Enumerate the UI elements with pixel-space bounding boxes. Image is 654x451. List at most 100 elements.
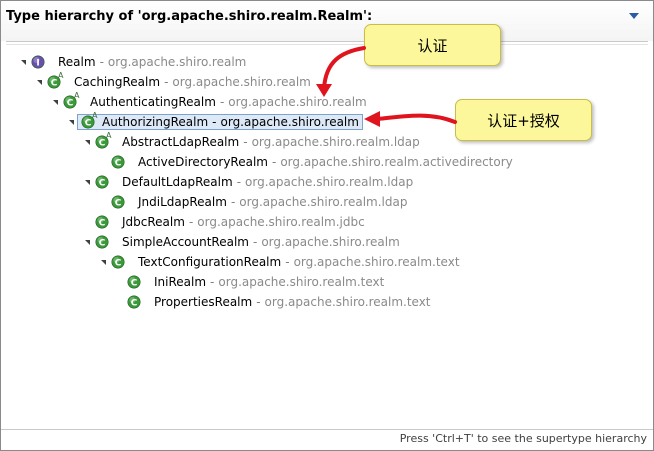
svg-text:C: C: [99, 179, 106, 189]
type-name: AuthenticatingRealm: [90, 95, 216, 109]
tree-item-label: IniRealm - org.apache.shiro.realm.text: [144, 275, 384, 289]
type-name: AuthorizingRealm: [102, 115, 209, 129]
expanded-triangle-icon: [84, 239, 90, 245]
type-name: JdbcRealm: [122, 215, 185, 229]
tree-item-label: AbstractLdapRealm - org.apache.shiro.realm…: [112, 135, 420, 149]
name-package-separator: -: [212, 115, 217, 129]
type-name: CachingRealm: [74, 75, 161, 89]
tree-item-label: TextConfigurationRealm - org.apache.shiro.…: [128, 255, 460, 269]
name-package-separator: -: [210, 275, 215, 289]
expanded-triangle-icon: [84, 139, 90, 145]
tree-item-label: DefaultLdapRealm - org.apache.shiro.realm.…: [112, 175, 413, 189]
tree-row-activedirectoryrealm[interactable]: C ActiveDirectoryRealm - org.apache.shiro.r…: [98, 152, 513, 172]
type-name: AbstractLdapRealm: [122, 135, 240, 149]
annotation-auth-text: 认证+授权: [487, 111, 560, 130]
tree-item-label: Realm - org.apache.shiro.realm: [48, 55, 246, 69]
expand-toggle-icon[interactable]: [98, 257, 108, 267]
expand-toggle-icon[interactable]: [82, 137, 92, 147]
class-icon: C: [95, 235, 109, 249]
tree-row-abstractldaprealm[interactable]: C A AbstractLdapRealm - org.apache.shiro.rea…: [82, 131, 420, 152]
expand-toggle-icon[interactable]: [66, 117, 76, 127]
tree-item-label: SimpleAccountRealm - org.apache.shiro.real…: [112, 235, 400, 249]
abstract-marker: A: [58, 71, 64, 80]
expand-toggle-icon[interactable]: [82, 237, 92, 247]
popup-title: Type hierarchy of 'org.apache.shiro.real…: [6, 9, 373, 24]
package-name: org.apache.shiro.realm.jdbc: [197, 215, 365, 229]
tree-row-simpleaccountrealm[interactable]: C SimpleAccountRealm - org.apache.shiro.rea…: [82, 232, 400, 252]
package-name: org.apache.shiro.realm: [172, 75, 311, 89]
class-icon: C: [127, 275, 141, 289]
class-icon: C: [111, 155, 125, 169]
expanded-triangle-icon: [52, 99, 58, 105]
tree-item-label: PropertiesRealm - org.apache.shiro.realm.t…: [144, 295, 431, 309]
tree-row-realm[interactable]: I Realm - org.apache.shiro.realm: [18, 52, 246, 72]
status-hint: Press 'Ctrl+T' to see the supertype hier…: [399, 432, 647, 445]
header-divider-light: [6, 44, 648, 45]
package-name: org.apache.shiro.realm: [220, 115, 359, 129]
tree-item-label: CachingRealm - org.apache.shiro.realm: [64, 75, 311, 89]
svg-text:C: C: [99, 239, 106, 249]
class-icon: CA: [47, 71, 63, 89]
tree-row-cachingrealm[interactable]: C A CachingRealm - org.apache.shiro.realm: [34, 71, 311, 92]
svg-text:C: C: [67, 99, 74, 109]
expand-toggle-icon[interactable]: [18, 57, 28, 67]
svg-text:I: I: [36, 59, 39, 69]
header-divider: [6, 41, 648, 42]
name-package-separator: -: [243, 135, 248, 149]
tree-row-textconfigurationrealm[interactable]: C TextConfigurationRealm - org.apache.shiro…: [98, 252, 460, 272]
package-name: org.apache.shiro.realm: [107, 55, 247, 69]
svg-text:C: C: [115, 159, 122, 169]
package-name: org.apache.shiro.realm.text: [264, 295, 431, 309]
svg-text:C: C: [51, 79, 58, 89]
annotation-authentication-authorization: 认证+授权: [455, 99, 592, 141]
tree-row-authorizingrealm[interactable]: C A AuthorizingRealm - org.apache.shiro.real…: [66, 111, 363, 132]
tree-item-label: JndiLdapRealm - org.apache.shiro.realm.lda…: [128, 195, 407, 209]
class-icon: CA: [95, 131, 111, 149]
tree-item-label: AuthenticatingRealm - org.apache.shiro.rea…: [80, 95, 367, 109]
package-name: org.apache.shiro.realm.ldap: [245, 175, 414, 189]
name-package-separator: -: [188, 215, 194, 229]
svg-text:C: C: [99, 219, 106, 229]
annotation-authentication-text: 认证: [417, 36, 448, 55]
expand-toggle-icon[interactable]: [82, 177, 92, 187]
tree-row-propertiesrealm[interactable]: C PropertiesRealm - org.apache.shiro.realm.…: [114, 292, 431, 312]
selected-row-highlight: C A AuthorizingRealm - org.apache.shiro.real…: [77, 111, 363, 130]
footer-divider: [1, 429, 653, 430]
expand-toggle-icon[interactable]: [50, 97, 60, 107]
type-name: ActiveDirectoryRealm: [138, 155, 268, 169]
tree-item-label: ActiveDirectoryRealm - org.apache.shiro.re…: [128, 155, 513, 169]
tree-row-jdbcrealm[interactable]: C JdbcRealm - org.apache.shiro.realm.jdbc: [82, 212, 365, 232]
popup-header: Type hierarchy of 'org.apache.shiro.real…: [1, 1, 653, 41]
name-package-separator: -: [236, 175, 242, 189]
tree-row-inirealm[interactable]: C IniRealm - org.apache.shiro.realm.text: [114, 272, 384, 292]
tree-item-label: JdbcRealm - org.apache.shiro.realm.jdbc: [112, 215, 365, 229]
expanded-triangle-icon: [68, 119, 74, 125]
expanded-triangle-icon: [100, 259, 106, 265]
svg-text:C: C: [99, 139, 106, 149]
package-name: org.apache.shiro.realm.ldap: [251, 135, 420, 149]
type-name: IniRealm: [154, 275, 207, 289]
type-name: SimpleAccountRealm: [122, 235, 249, 249]
name-package-separator: -: [271, 155, 277, 169]
tree-row-jndildaprealm[interactable]: C JndiLdapRealm - org.apache.shiro.realm.ld…: [98, 192, 407, 212]
type-name: DefaultLdapRealm: [122, 175, 233, 189]
tree-row-defaultldaprealm[interactable]: C DefaultLdapRealm - org.apache.shiro.realm…: [82, 172, 413, 192]
name-package-separator: -: [252, 235, 258, 249]
type-hierarchy-popup: Type hierarchy of 'org.apache.shiro.real…: [0, 0, 654, 451]
class-icon: CA: [81, 111, 97, 129]
name-package-separator: -: [219, 95, 225, 109]
view-menu-chevron-icon[interactable]: [629, 13, 639, 19]
class-icon: C: [95, 215, 109, 229]
package-name: org.apache.shiro.realm: [261, 235, 400, 249]
annotation-authentication: 认证: [364, 24, 501, 66]
expanded-triangle-icon: [84, 179, 90, 185]
tree-row-authenticatingrealm[interactable]: C A AuthenticatingRealm - org.apache.shiro.r…: [50, 91, 367, 112]
type-name: TextConfigurationRealm: [138, 255, 282, 269]
type-name: JndiLdapRealm: [138, 195, 227, 209]
name-package-separator: -: [285, 255, 290, 269]
package-name: org.apache.shiro.realm.text: [293, 255, 460, 269]
expand-toggle-icon[interactable]: [34, 77, 44, 87]
